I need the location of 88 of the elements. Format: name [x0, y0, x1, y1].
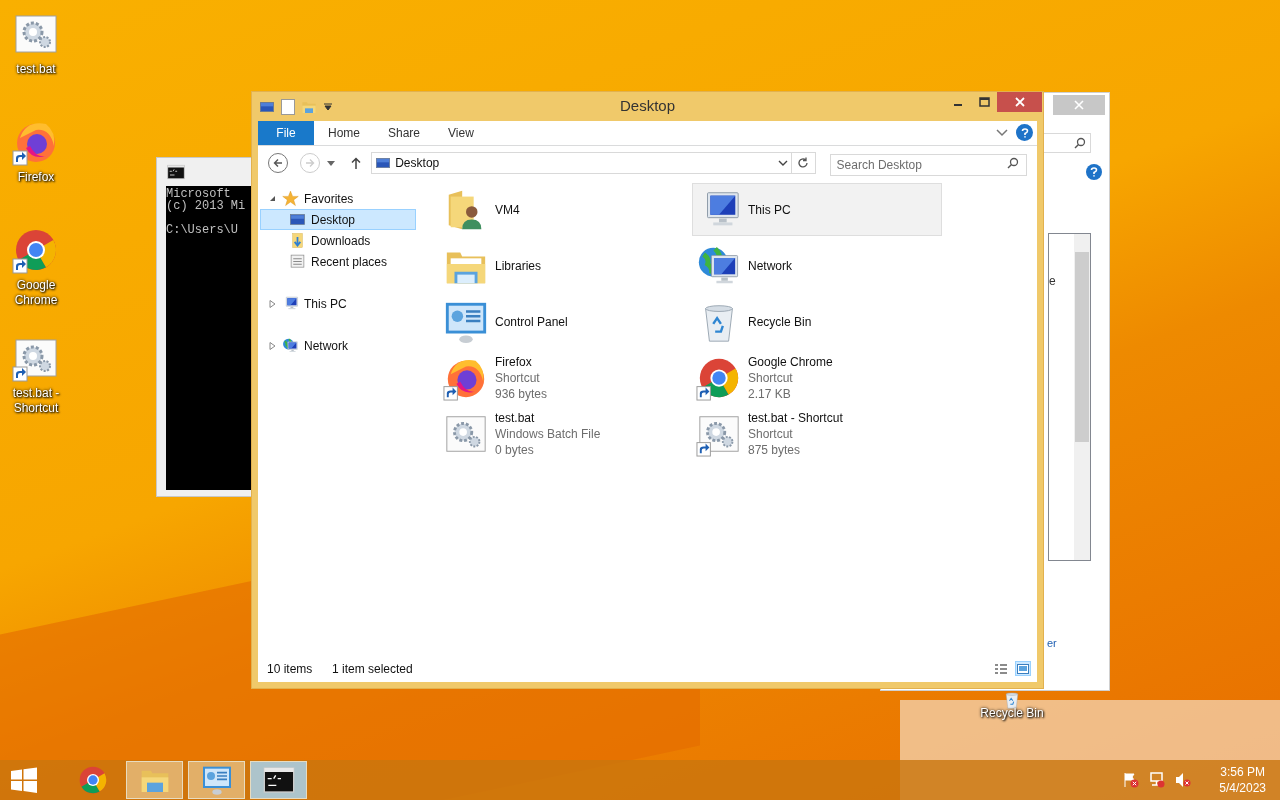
link-text[interactable]: er [1047, 635, 1057, 652]
console-icon [167, 163, 185, 181]
file-name: Firefox [495, 353, 533, 370]
file-item[interactable]: test.bat Windows Batch File 0 bytes [439, 407, 689, 460]
large-icons-view-button[interactable] [1015, 661, 1031, 676]
network-globe-icon [282, 337, 299, 354]
file-name: Google Chrome [748, 353, 833, 370]
window-title: Desktop [620, 96, 675, 117]
scrollbar-thumb[interactable] [1075, 252, 1089, 442]
recent-locations-caret-icon[interactable] [325, 158, 338, 168]
search-icon [1074, 137, 1086, 149]
minimize-icon [954, 104, 962, 106]
help-button[interactable] [1016, 124, 1033, 141]
ribbon-tab[interactable]: Home [314, 121, 374, 145]
help-button[interactable] [1086, 164, 1102, 180]
file-name: Libraries [495, 257, 542, 274]
file-name: Network [748, 257, 792, 274]
customize-caret-icon[interactable] [323, 101, 333, 112]
search-field[interactable] [1041, 133, 1091, 153]
refresh-icon [797, 157, 810, 169]
file-name: test.bat - Shortcut [748, 409, 843, 426]
console-icon [262, 764, 295, 796]
item-count: 10 items [267, 661, 314, 678]
file-item[interactable]: This PC [692, 183, 942, 236]
file-detail: Shortcut [495, 369, 541, 386]
file-item[interactable]: Libraries [439, 239, 689, 292]
file-detail: 2.17 KB [748, 385, 792, 402]
ribbon-tab[interactable]: View [434, 121, 488, 145]
file-detail: 936 bytes [495, 385, 548, 402]
nav-item[interactable]: Recent places [260, 251, 416, 272]
console-text: (c) 2013 Mi [166, 200, 246, 212]
network-status-icon[interactable] [1149, 772, 1166, 788]
recent-places-icon [289, 253, 306, 270]
console-text: C:\Users\U [166, 224, 238, 236]
file-detail: 0 bytes [495, 441, 535, 458]
close-icon [1014, 97, 1025, 107]
file-item[interactable]: VM4 [439, 183, 689, 236]
downloads-folder-icon [289, 232, 306, 249]
file-detail: 875 bytes [748, 441, 802, 458]
speaker-muted-icon[interactable] [1175, 772, 1192, 788]
collapsed-arrow-icon[interactable] [269, 299, 277, 308]
file-detail: Shortcut [748, 369, 794, 386]
scrollbar[interactable] [1074, 234, 1090, 560]
maximize-icon [978, 97, 990, 107]
file-name: Recycle Bin [748, 313, 812, 330]
nav-item[interactable]: Downloads [260, 230, 416, 251]
nav-item[interactable]: This PC [260, 293, 416, 314]
star-icon [282, 190, 299, 207]
back-arrow-icon [272, 158, 283, 168]
file-item[interactable]: Control Panel [439, 295, 689, 348]
file-item[interactable]: Firefox Shortcut 936 bytes [439, 351, 689, 404]
console-text: Microsoft [166, 188, 231, 200]
file-item[interactable]: Network [692, 239, 942, 292]
file-item[interactable]: test.bat - Shortcut Shortcut 875 bytes [692, 407, 942, 460]
details-view-button[interactable] [993, 661, 1009, 676]
file-name: test.bat [495, 409, 536, 426]
expanded-arrow-icon[interactable] [269, 194, 277, 203]
search-icon [1007, 157, 1019, 169]
file-name: Control Panel [495, 313, 568, 330]
nav-item[interactable]: Network [260, 335, 416, 356]
file-name: VM4 [495, 201, 520, 218]
desktop-icon [375, 155, 392, 171]
close-icon [1074, 100, 1084, 110]
address-field[interactable]: Desktop [371, 152, 816, 174]
file-name: This PC [748, 201, 791, 218]
expand-ribbon-icon[interactable] [996, 126, 1008, 139]
nav-item[interactable]: Favorites [260, 188, 416, 209]
console-taskbar-button[interactable] [250, 761, 307, 799]
file-item[interactable]: Google Chrome Shortcut 2.17 KB [692, 351, 942, 404]
ribbon-tab[interactable]: Share [374, 121, 435, 145]
file-item[interactable]: Recycle Bin [692, 295, 942, 348]
selection-status: 1 item selected [332, 661, 413, 678]
question-mark-icon [1090, 167, 1098, 177]
properties-icon[interactable] [281, 98, 295, 115]
control-panel-taskbar-button[interactable] [188, 761, 245, 799]
close-button[interactable] [997, 92, 1042, 112]
search-field[interactable]: Search Desktop [829, 154, 1027, 176]
control-panel-icon [200, 764, 233, 796]
file-detail: Shortcut [748, 425, 794, 442]
file-detail: Windows Batch File [495, 425, 601, 442]
question-mark-icon [1020, 127, 1029, 138]
action-center-flag-icon[interactable] [1123, 772, 1140, 788]
collapsed-arrow-icon[interactable] [269, 341, 277, 350]
windows-start-button[interactable] [10, 766, 38, 794]
forward-arrow-icon [304, 158, 315, 168]
nav-item[interactable]: Desktop [260, 209, 416, 230]
list-text: e [1049, 273, 1056, 290]
desktop-icon [289, 211, 306, 228]
